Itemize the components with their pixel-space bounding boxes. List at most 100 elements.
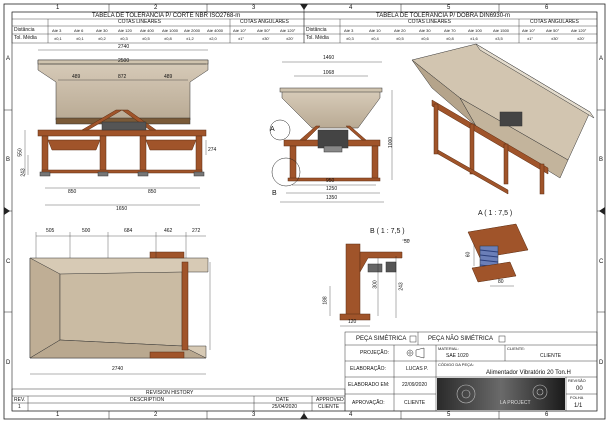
zone-number-top-1: 1 xyxy=(56,5,60,11)
elaboration-label: ELABORAÇÃO: xyxy=(350,366,386,372)
dimension-label: 50 xyxy=(404,239,410,245)
zone-letter-d: D xyxy=(6,360,11,366)
drawing-canvas xyxy=(3,3,606,420)
dimension-label: 550 xyxy=(17,148,24,157)
table-cell: ±0,1 xyxy=(76,36,84,41)
elaborated-on-value: 22/09/2020 xyxy=(402,382,428,388)
part-name: Alimentador Vibratório 20 Ton.H xyxy=(486,370,571,376)
dimension-label: 1350 xyxy=(326,195,338,201)
revision-header-approved: APPROVED xyxy=(316,397,344,403)
table-cell: ±20' xyxy=(577,36,585,41)
table-cell: ±1° xyxy=(527,36,534,41)
table-cell: ±30' xyxy=(262,36,270,41)
detail-a xyxy=(467,223,529,283)
table-cell: Até 50° xyxy=(546,28,560,33)
table-cell: ±3,5 xyxy=(495,36,503,41)
dimension-label: 950 xyxy=(326,178,335,184)
table-cell: Até 6 xyxy=(74,28,84,33)
dimension-label: 505 xyxy=(46,228,55,234)
zone-letter-a-right: A xyxy=(599,56,604,62)
dimension-label: 2500 xyxy=(118,58,130,64)
table-cell: Até 120° xyxy=(571,28,587,33)
tolerance-table-left-linear-header: COTAS LINEARES xyxy=(118,19,161,25)
detail-b-title: B ( 1 : 7,5 ) xyxy=(370,228,405,235)
zone-letter-a: A xyxy=(6,56,11,62)
dimension-label: 274 xyxy=(208,147,217,153)
table-cell: Até 50° xyxy=(257,28,271,33)
zone-letter-d-right: D xyxy=(599,360,604,366)
zone-number-top-5: 5 xyxy=(447,5,451,11)
dimension-label: 872 xyxy=(118,74,127,80)
table-cell: ±1° xyxy=(238,36,245,41)
projection-symbol xyxy=(406,347,425,359)
table-cell: Até 30 xyxy=(419,28,431,33)
tolerance-table-right-row2-label: Tol. Média xyxy=(306,35,329,41)
dimension-label: 120 xyxy=(348,319,357,325)
zone-letter-b: B xyxy=(6,157,11,163)
tolerance-table-left-row2-label: Tol. Média xyxy=(14,35,37,41)
dimension-label: 1250 xyxy=(326,186,338,192)
revision-header-description: DESCRIPTION xyxy=(130,397,165,403)
dimension-label: 60 xyxy=(465,251,472,258)
elaborated-on-label: ELABORADO EM: xyxy=(348,382,390,388)
sheet-value: 1/1 xyxy=(574,403,583,409)
table-cell: Até 10 xyxy=(369,28,381,33)
zone-number-bottom-6: 6 xyxy=(545,412,549,418)
zone-number-bottom-5: 5 xyxy=(447,412,451,418)
zone-number-bottom-4: 4 xyxy=(349,412,353,418)
dimension-label: 500 xyxy=(82,228,91,234)
table-cell: Até 120 xyxy=(118,28,132,33)
tolerance-table-left-row1-label: Distância xyxy=(14,27,35,33)
table-cell: ±0,4 xyxy=(371,36,379,41)
zone-number-top-4: 4 xyxy=(349,5,353,11)
table-cell: Até 400 xyxy=(140,28,154,33)
client-value: CLIENTE xyxy=(540,353,562,359)
table-cell: ±0,8 xyxy=(164,36,172,41)
zone-number-top-3: 3 xyxy=(252,5,256,11)
tolerance-table-right-angular-header: COTAS ANGULARES xyxy=(530,19,579,25)
material-value: SAE 1020 xyxy=(446,353,469,359)
table-cell: Até 1000 xyxy=(162,28,179,33)
detail-callout-b: B xyxy=(272,190,277,197)
dimension-label: 489 xyxy=(164,74,173,80)
table-cell: Até 4000 xyxy=(207,28,224,33)
detail-b xyxy=(339,243,403,321)
non-symmetric-part-label: PEÇA NÃO SIMÉTRICA xyxy=(428,336,494,342)
table-cell: ±0,2 xyxy=(98,36,106,41)
table-cell: ±0,5 xyxy=(142,36,150,41)
sheet-label: FOLHA xyxy=(570,395,584,400)
table-cell: 1 xyxy=(18,404,21,410)
part-code-label: CÓDIGO DA PEÇA: xyxy=(438,362,474,367)
table-cell: ±0,5 xyxy=(396,36,404,41)
table-cell: Até 1500 xyxy=(493,28,510,33)
table-cell: Até 20 xyxy=(394,28,406,33)
drawing-sheet: 1 2 3 4 5 6 1 2 3 4 5 6 A B C D A B C D … xyxy=(0,0,609,423)
revision-table-title: REVISION HISTORY xyxy=(146,390,194,396)
table-cell: Até 70 xyxy=(444,28,456,33)
table-cell: ±0,3 xyxy=(346,36,354,41)
dimension-label: 850 xyxy=(68,189,77,195)
dimension-label: 1650 xyxy=(116,206,128,212)
dimension-label: 300 xyxy=(372,280,379,289)
table-cell: ±1,6 xyxy=(470,36,478,41)
dimension-label: 272 xyxy=(192,228,201,234)
dimension-label: 1460 xyxy=(323,55,335,61)
dimension-label: 462 xyxy=(164,228,173,234)
dimension-label: 850 xyxy=(148,189,157,195)
zone-letter-c: C xyxy=(6,259,11,265)
dimension-label: 80 xyxy=(498,279,504,285)
table-cell: Até 30 xyxy=(96,28,108,33)
zone-number-bottom-3: 3 xyxy=(252,412,256,418)
dimension-label: 2740 xyxy=(118,44,130,50)
top-view xyxy=(29,251,209,359)
tolerance-table-right-row1-label: Distância xyxy=(306,27,327,33)
zone-letter-c-right: C xyxy=(599,259,604,265)
side-view xyxy=(269,87,383,187)
dimension-label: 2740 xyxy=(112,366,124,372)
approval-value: CLIENTE xyxy=(404,400,426,406)
dimension-label: 1000 xyxy=(388,136,395,149)
company-logo-text: LA PROJECT xyxy=(500,400,531,406)
table-cell: ±0,3 xyxy=(120,36,128,41)
zone-number-bottom-1: 1 xyxy=(56,412,60,418)
isometric-view xyxy=(411,43,595,195)
